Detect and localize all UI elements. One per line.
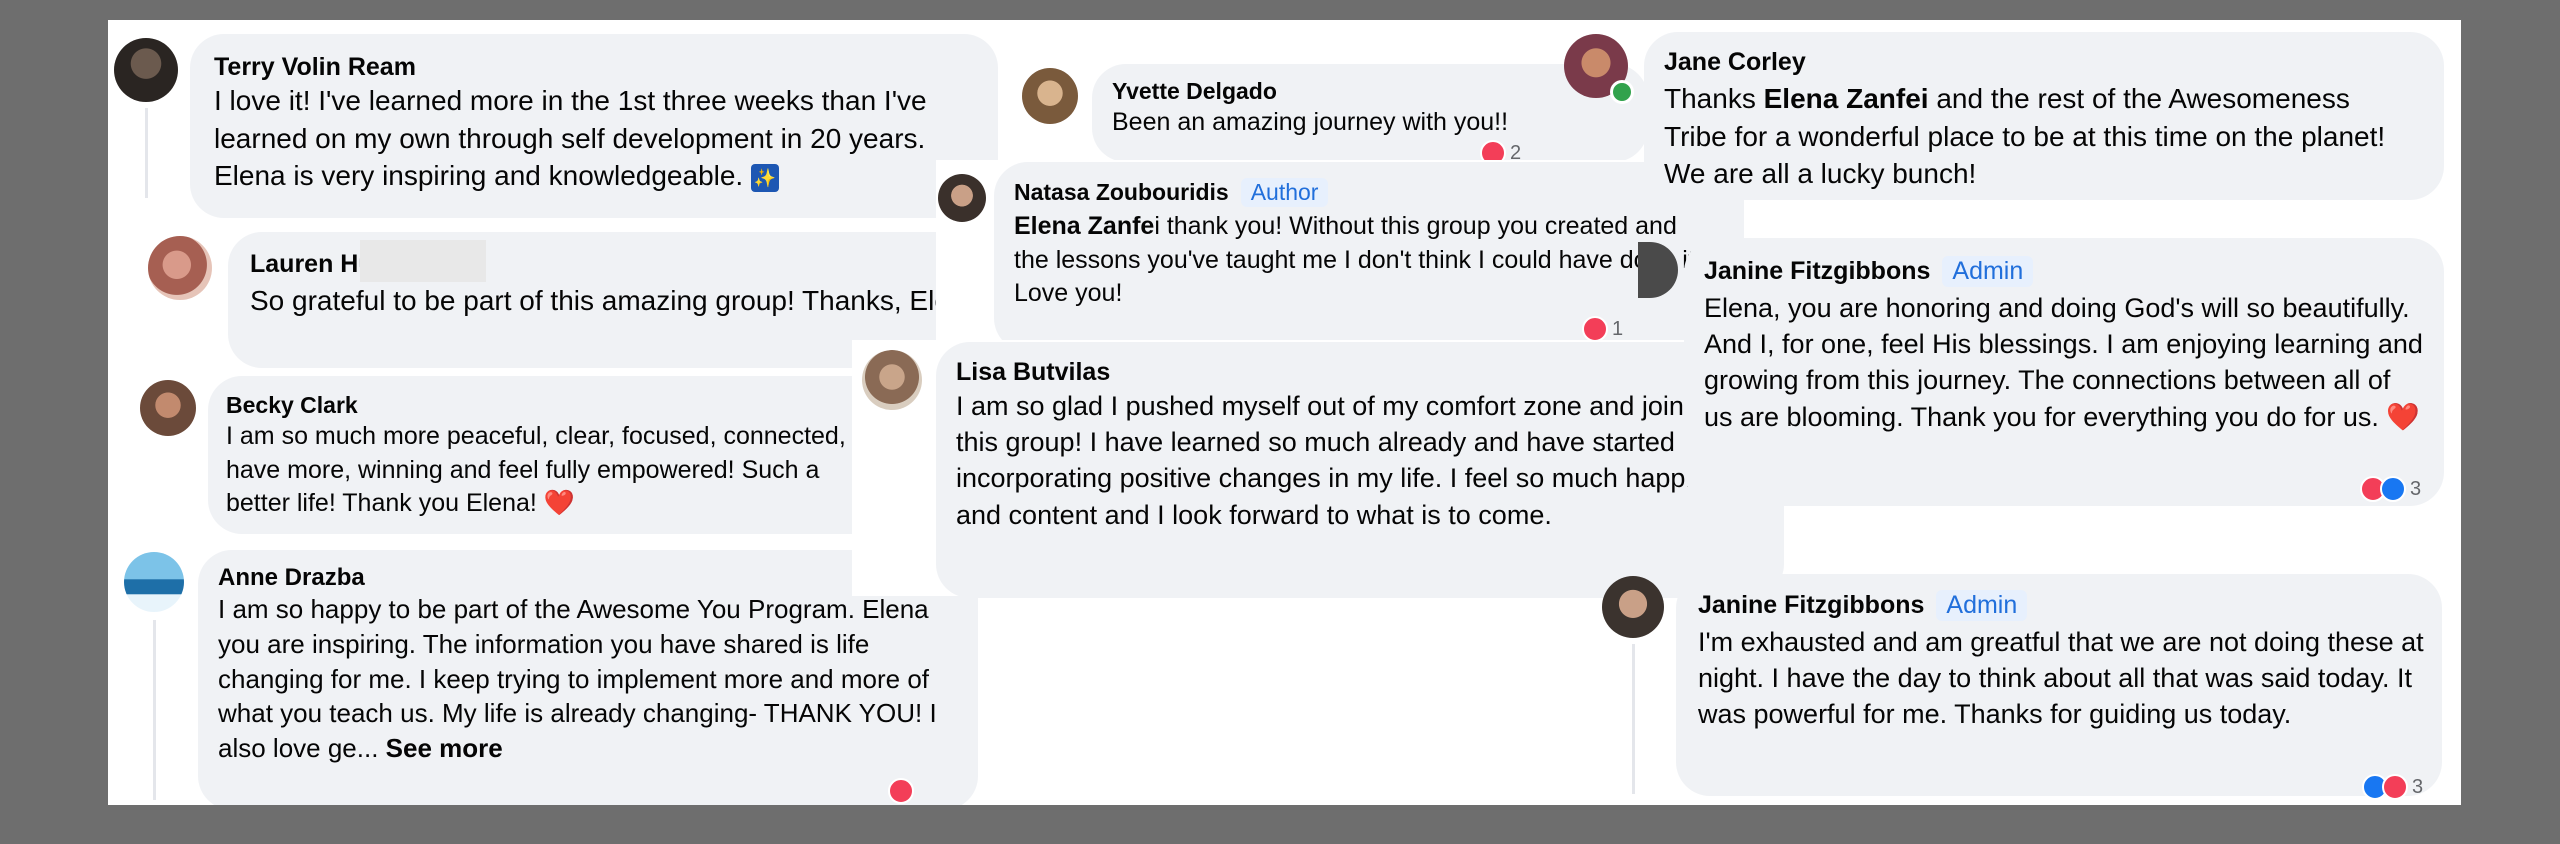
avatar[interactable] bbox=[114, 38, 178, 102]
mention-link[interactable]: Elena Zanfe bbox=[1014, 212, 1154, 240]
comment-body: I love it! I've learned more in the 1st … bbox=[214, 85, 927, 192]
commenter-name[interactable]: Janine Fitzgibbons Admin bbox=[1704, 256, 2034, 287]
comment-body: I am so much more peaceful, clear, focus… bbox=[226, 422, 846, 517]
author-badge: Author bbox=[1240, 178, 1329, 207]
avatar[interactable] bbox=[124, 552, 184, 612]
commenter-name[interactable]: Lauren Hu bbox=[250, 250, 374, 279]
comment-text: I am so glad I pushed myself out of my c… bbox=[956, 391, 1716, 530]
commenter-name[interactable]: Yvette Delgado bbox=[1112, 78, 1277, 105]
commenter-name-text: Janine Fitzgibbons bbox=[1698, 591, 1925, 619]
comment-body-start: Thanks bbox=[1664, 83, 1764, 114]
comment-body: I am so happy to be part of the Awesome … bbox=[218, 594, 937, 764]
avatar[interactable] bbox=[140, 380, 196, 436]
love-reaction-icon bbox=[888, 778, 914, 804]
comment-text: Elena, you are honoring and doing God's … bbox=[1704, 290, 2424, 435]
commenter-name[interactable]: Janine Fitzgibbons Admin bbox=[1698, 590, 2028, 621]
comment-text: Thanks Elena Zanfei and the rest of the … bbox=[1664, 80, 2404, 193]
avatar[interactable] bbox=[862, 350, 922, 410]
comment-text: I am so happy to be part of the Awesome … bbox=[218, 592, 948, 766]
reaction-summary[interactable]: 3 bbox=[2360, 476, 2421, 502]
like-reaction-icon bbox=[2380, 476, 2406, 502]
avatar[interactable] bbox=[148, 236, 212, 300]
redaction-box bbox=[360, 240, 486, 282]
comment-body: Elena, you are honoring and doing God's … bbox=[1704, 293, 2423, 432]
avatar[interactable] bbox=[1022, 68, 1078, 124]
see-more-link[interactable]: See more bbox=[386, 733, 503, 763]
sparkle-emoji-icon: ✨ bbox=[751, 163, 779, 192]
online-status-indicator bbox=[1610, 80, 1634, 104]
thread-line bbox=[1632, 644, 1635, 794]
comment-text: So grateful to be part of this amazing g… bbox=[250, 285, 989, 316]
reaction-summary[interactable] bbox=[888, 778, 914, 804]
admin-badge: Admin bbox=[1936, 590, 2028, 621]
comment-text: I am so much more peaceful, clear, focus… bbox=[226, 420, 886, 521]
thread-line bbox=[145, 108, 148, 198]
avatar[interactable] bbox=[938, 174, 986, 222]
reaction-summary[interactable]: 1 bbox=[1582, 316, 1623, 342]
heart-emoji-icon: ❤️ bbox=[2386, 401, 2421, 432]
reaction-count: 3 bbox=[2410, 477, 2422, 500]
avatar[interactable] bbox=[1602, 576, 1664, 638]
comment-text: I'm exhausted and am greatful that we ar… bbox=[1698, 627, 2424, 730]
comment-text: I love it! I've learned more in the 1st … bbox=[214, 82, 984, 195]
reaction-count: 1 bbox=[1612, 317, 1624, 340]
reaction-summary[interactable]: 3 bbox=[2362, 774, 2423, 800]
commenter-name[interactable]: Anne Drazba bbox=[218, 564, 365, 592]
commenter-name[interactable]: Jane Corley bbox=[1664, 48, 1806, 77]
love-reaction-icon bbox=[1582, 316, 1608, 342]
commenter-name-text: Janine Fitzgibbons bbox=[1704, 257, 1931, 285]
comment-text: Been an amazing journey with you!! bbox=[1112, 108, 1509, 136]
commenter-name-text: Natasa Zoubouridis bbox=[1014, 179, 1229, 205]
thread-line bbox=[153, 620, 156, 800]
commenter-name[interactable]: Becky Clark bbox=[226, 392, 358, 419]
testimonial-collage: Terry Volin Ream I love it! I've learned… bbox=[108, 20, 2461, 805]
commenter-name[interactable]: Natasa Zoubouridis Author bbox=[1014, 178, 1329, 207]
mention-link[interactable]: Elena Zanfei bbox=[1764, 83, 1929, 114]
admin-badge: Admin bbox=[1942, 256, 2034, 287]
comment-text: Elena Zanfei thank you! Without this gro… bbox=[1014, 210, 1714, 311]
love-reaction-icon bbox=[2382, 774, 2408, 800]
heart-emoji-icon: ❤️ bbox=[543, 489, 575, 517]
commenter-name[interactable]: Terry Volin Ream bbox=[214, 53, 416, 82]
reaction-count: 3 bbox=[2412, 775, 2424, 798]
commenter-name[interactable]: Lisa Butvilas bbox=[956, 358, 1110, 387]
